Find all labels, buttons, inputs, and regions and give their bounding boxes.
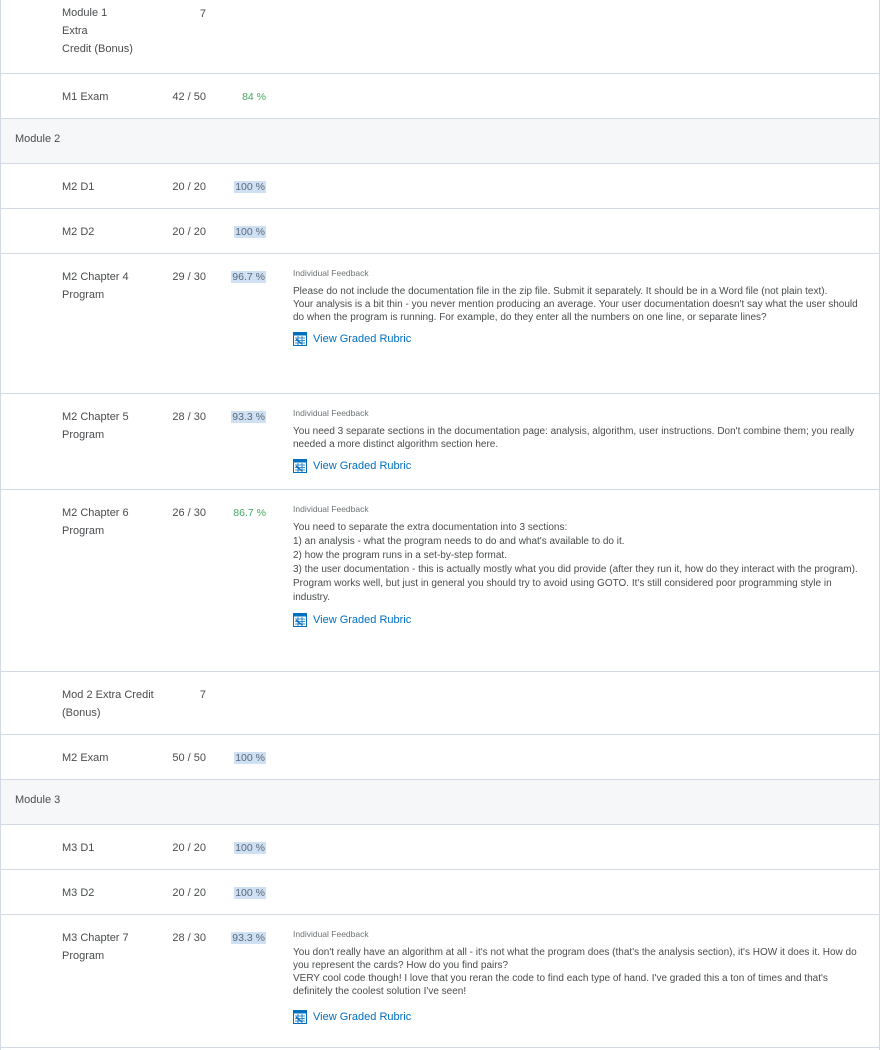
grade-score: 7 <box>199 8 206 20</box>
grade-item-name: M1 Exam <box>62 91 109 103</box>
individual-feedback: Individual Feedback Please do not includ… <box>293 267 863 346</box>
grade-percent: 100 % <box>234 752 266 764</box>
view-graded-rubric-link[interactable]: View Graded Rubric <box>293 613 863 627</box>
grade-item-name: M2 Chapter 4 Program <box>62 271 129 301</box>
grade-score: 20 / 20 <box>172 887 206 899</box>
grade-row-m2-chapter-6: M2 Chapter 6 Program 26 / 30 86.7 % Indi… <box>1 490 879 672</box>
individual-feedback: Individual Feedback You need to separate… <box>293 503 863 627</box>
rubric-link-label[interactable]: View Graded Rubric <box>313 1010 411 1024</box>
grade-row-m3-d1: M3 D1 20 / 20 100 % <box>1 825 879 870</box>
grade-score: 50 / 50 <box>172 752 206 764</box>
grade-percent: 100 % <box>234 226 266 238</box>
view-graded-rubric-link[interactable]: View Graded Rubric <box>293 332 863 346</box>
module-header-module-2: Module 2 <box>1 119 879 164</box>
grade-item-name: M3 D1 <box>62 842 95 854</box>
feedback-text: You need to separate the extra documenta… <box>293 522 858 603</box>
feedback-title: Individual Feedback <box>293 929 369 939</box>
grade-score: 28 / 30 <box>172 411 206 423</box>
grade-item-name: M2 D1 <box>62 181 95 193</box>
feedback-text: You need 3 separate sections in the docu… <box>293 426 855 450</box>
grade-row-m2-chapter-4: M2 Chapter 4 Program 29 / 30 96.7 % Indi… <box>1 254 879 394</box>
individual-feedback: Individual Feedback You need 3 separate … <box>293 407 863 473</box>
grade-score: 20 / 20 <box>172 181 206 193</box>
grade-item-name: M2 D2 <box>62 226 95 238</box>
grade-percent: 96.7 % <box>231 271 266 283</box>
grade-item-name: M2 Chapter 6 Program <box>62 507 129 537</box>
grade-percent: 93.3 % <box>231 932 266 944</box>
grade-row-m3-d2: M3 D2 20 / 20 100 % <box>1 870 879 915</box>
grade-item-name: M3 D2 <box>62 887 95 899</box>
individual-feedback: Individual Feedback You don't really hav… <box>293 928 863 1024</box>
module-title: Module 3 <box>15 794 61 806</box>
grade-score: 42 / 50 <box>172 91 206 103</box>
rubric-icon <box>293 613 307 627</box>
grade-item-name: Mod 2 Extra Credit (Bonus) <box>62 689 154 719</box>
grade-percent: 93.3 % <box>231 411 266 423</box>
grade-row-m2-d1: M2 D1 20 / 20 100 % <box>1 164 879 209</box>
rubric-icon <box>293 332 307 346</box>
grade-score: 29 / 30 <box>172 271 206 283</box>
grade-percent: 100 % <box>234 181 266 193</box>
grade-percent: 100 % <box>234 842 266 854</box>
rubric-icon <box>293 1010 307 1024</box>
grade-row-m2-d2: M2 D2 20 / 20 100 % <box>1 209 879 254</box>
grade-row-m1-exam: M1 Exam 42 / 50 84 % <box>1 74 879 119</box>
grade-percent: 100 % <box>234 887 266 899</box>
rubric-link-label[interactable]: View Graded Rubric <box>313 332 411 346</box>
grade-row-module1-extra-credit: Module 1 Extra Credit (Bonus) 7 <box>1 0 879 74</box>
grade-score: 20 / 20 <box>172 842 206 854</box>
module-header-module-3: Module 3 <box>1 780 879 825</box>
grades-table: Module 1 Extra Credit (Bonus) 7 [data-na… <box>0 0 880 1050</box>
feedback-text: Please do not include the documentation … <box>293 286 858 323</box>
grade-row-m2-chapter-5: M2 Chapter 5 Program 28 / 30 93.3 % Indi… <box>1 394 879 490</box>
feedback-text: You don't really have an algorithm at al… <box>293 947 857 997</box>
rubric-link-label[interactable]: View Graded Rubric <box>313 613 411 627</box>
rubric-link-label[interactable]: View Graded Rubric <box>313 459 411 473</box>
grade-row-mod-2-extra-credit: Mod 2 Extra Credit (Bonus) 7 <box>1 672 879 735</box>
grade-row-m2-exam: M2 Exam 50 / 50 100 % <box>1 735 879 780</box>
feedback-title: Individual Feedback <box>293 504 369 514</box>
rubric-icon <box>293 459 307 473</box>
grade-item-name: Module 1 Extra Credit (Bonus) <box>62 7 133 55</box>
grade-score: 7 <box>199 689 206 701</box>
view-graded-rubric-link[interactable]: View Graded Rubric <box>293 459 863 473</box>
grade-percent: 84 % <box>242 91 266 103</box>
view-graded-rubric-link[interactable]: View Graded Rubric <box>293 1010 863 1024</box>
feedback-title: Individual Feedback <box>293 268 369 278</box>
grade-score: 26 / 30 <box>172 507 206 519</box>
grade-row-m3-chapter-7: M3 Chapter 7 Program 28 / 30 93.3 % Indi… <box>1 915 879 1048</box>
grade-item-name: M3 Chapter 7 Program <box>62 932 129 962</box>
grade-item-name: M2 Exam <box>62 752 109 764</box>
feedback-title: Individual Feedback <box>293 408 369 418</box>
grade-score: 28 / 30 <box>172 932 206 944</box>
grade-percent: 86.7 % <box>233 507 266 519</box>
grade-item-name: M2 Chapter 5 Program <box>62 411 129 441</box>
grade-score: 20 / 20 <box>172 226 206 238</box>
module-title: Module 2 <box>15 133 61 145</box>
